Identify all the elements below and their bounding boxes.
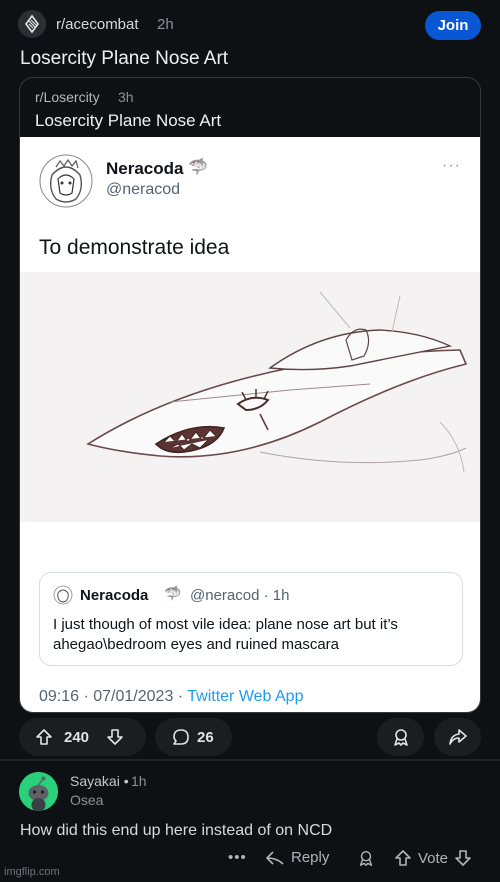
crosspost-subreddit[interactable]: r/Losercity (35, 89, 100, 105)
post-title[interactable]: Losercity Plane Nose Art (20, 48, 228, 70)
award-button[interactable] (377, 718, 424, 756)
winged-emblem-icon (25, 14, 39, 34)
tweet-display-name: Neracoda (106, 159, 184, 178)
vote-pill: 240 (19, 718, 146, 756)
comment: Sayakai • 1h Osea How did this end up he… (0, 761, 500, 882)
downvote-button[interactable] (95, 718, 135, 756)
reply-icon (266, 850, 284, 865)
comment-more-button[interactable]: ••• (228, 849, 247, 866)
comment-award-button[interactable] (357, 849, 375, 871)
upvote-icon (36, 729, 52, 745)
comments-button[interactable]: 26 (155, 718, 232, 756)
crosspost-card[interactable]: r/Losercity 3h Losercity Plane Nose Art … (19, 77, 481, 713)
quoted-meta: @neracod · 1h (190, 587, 290, 604)
comment-actions: ••• Reply Vote (0, 849, 500, 873)
share-icon (448, 729, 467, 745)
join-button[interactable]: Join (425, 11, 481, 40)
award-icon (393, 729, 408, 746)
comment-username-text[interactable]: Sayakai (70, 773, 120, 789)
shark-small-icon: 🦈 (164, 585, 182, 601)
tweet-footer: 09:16 · 07/01/2023 · Twitter Web App (39, 688, 303, 706)
comment-downvote-icon[interactable] (454, 849, 472, 867)
quoted-tweet[interactable]: Neracoda 🦈 @neracod · 1h I just though o… (39, 572, 463, 666)
comment-flair: Osea (70, 792, 104, 808)
quoted-text: I just though of most vile idea: plane n… (53, 616, 398, 653)
post-age: 2h (157, 16, 174, 33)
snoo-avatar-icon (19, 772, 58, 811)
tweet-text: To demonstrate idea (39, 236, 230, 259)
crosspost-title[interactable]: Losercity Plane Nose Art (35, 111, 221, 131)
post-header: r/acecombat 2h Join (0, 0, 500, 48)
shark-icon: 🦈 (188, 159, 208, 176)
comment-vote: Vote (394, 849, 472, 867)
watermark: imgflip.com (4, 866, 60, 878)
comment-icon (167, 718, 195, 756)
comment-age: 1h (131, 773, 147, 789)
tweet-source-app: Twitter Web App (187, 688, 304, 705)
upvote-count: 240 (64, 728, 90, 746)
comment-username[interactable]: Sayakai • (70, 773, 129, 789)
lion-avatar-icon (39, 154, 93, 208)
crosspost-age: 3h (118, 89, 134, 105)
subreddit-name[interactable]: r/acecombat (56, 16, 139, 33)
reply-label: Reply (291, 849, 330, 866)
quoted-display-name: Neracoda (80, 587, 149, 604)
downvote-icon (107, 729, 123, 745)
tweet-more-icon: ··· (442, 157, 461, 174)
post-action-bar: 240 26 (0, 718, 500, 758)
comment-dot-separator: • (123, 773, 129, 789)
avatar[interactable] (19, 772, 58, 811)
reply-button[interactable]: Reply (265, 849, 329, 866)
comment-body: How did this end up here instead of on N… (20, 822, 333, 839)
lion-avatar-small-icon (53, 585, 73, 605)
comment-count: 26 (197, 728, 214, 746)
tweet-handle: @neracod (106, 181, 181, 198)
vote-label: Vote (418, 849, 449, 867)
subreddit-avatar[interactable] (18, 10, 46, 38)
comment-award-icon (359, 850, 373, 866)
tweet-timestamp: 09:16 · 07/01/2023 · (39, 688, 188, 705)
tweet-screenshot[interactable]: Neracoda 🦈 @neracod ··· To demonstrate i… (20, 137, 480, 712)
upvote-button[interactable] (24, 718, 64, 756)
share-button[interactable] (434, 718, 481, 756)
comment-upvote-icon[interactable] (394, 849, 412, 867)
jet-sketch-image (20, 272, 480, 522)
